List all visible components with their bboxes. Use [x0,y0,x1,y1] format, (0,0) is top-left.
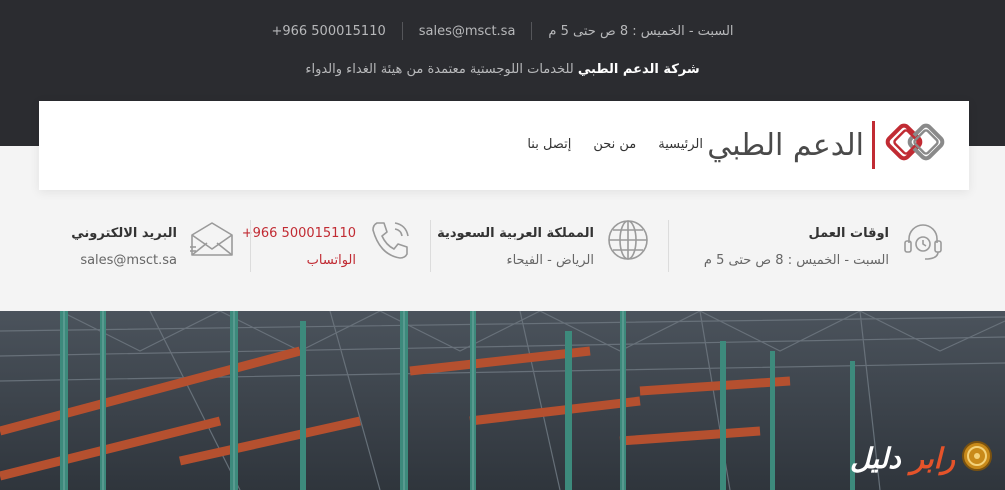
hero-image: رابر دليل [0,311,1005,490]
info-location: المملكة العربية السعودية الرياض - الفيحا… [437,216,652,274]
main-nav: الرئيسية من نحن إتصل بنا [527,137,703,152]
info-divider [430,220,431,272]
location-title: المملكة العربية السعودية [437,226,594,241]
watermark-part-b: دليل [850,441,901,475]
info-hours: اوقات العمل السبت - الخميس : 8 ص حتى 5 م [704,216,947,274]
watermark-text: رابر دليل [850,442,955,475]
info-divider [250,220,251,272]
topbar-phone[interactable]: +966 500015110 [271,24,385,39]
divider [531,22,533,40]
site-logo[interactable]: الدعم الطبي [707,119,949,171]
headset-icon [899,216,947,264]
topbar-hours: السبت - الخميس : 8 ص حتى 5 م [548,23,734,39]
phone-number[interactable]: +966 500015110 [242,226,356,241]
logo-divider [872,121,875,169]
nav-home[interactable]: الرئيسية [658,137,703,152]
coin-icon [961,440,993,476]
nav-about[interactable]: من نحن [593,137,636,152]
topbar-email[interactable]: sales@msct.sa [419,24,516,39]
contact-strip: +966 500015110 sales@msct.sa السبت - الخ… [0,22,1005,40]
watermark: رابر دليل [850,440,993,476]
nav-contact[interactable]: إتصل بنا [527,137,571,152]
hours-title: اوقات العمل [808,226,889,241]
email-value[interactable]: sales@msct.sa [71,253,177,268]
company-tagline: شركة الدعم الطبي للخدمات اللوجستية معتمد… [0,62,1005,77]
whatsapp-label[interactable]: الواتساب [242,253,356,268]
hours-value: السبت - الخميس : 8 ص حتى 5 م [703,253,889,268]
info-phone[interactable]: +966 500015110 الواتساب [242,216,414,274]
info-email[interactable]: البريد الالكتروني sales@msct.sa [71,216,235,274]
watermark-part-a: رابر [910,441,955,475]
globe-icon [604,216,652,264]
tagline-description: للخدمات اللوجستية معتمدة من هيئة الغداء … [305,62,578,77]
logo-text: الدعم الطبي [707,127,864,163]
info-divider [668,220,669,272]
phone-icon [366,216,414,264]
tagline-company-name: شركة الدعم الطبي [577,62,700,77]
main-header: الدعم الطبي الرئيسية من نحن إتصل بنا [39,101,969,190]
email-title: البريد الالكتروني [71,226,177,241]
mail-icon [187,216,235,264]
divider [401,22,403,40]
info-bar: اوقات العمل السبت - الخميس : 8 ص حتى 5 م… [0,216,1005,276]
location-value: الرياض - الفيحاء [506,253,594,268]
logo-icon [883,117,949,173]
